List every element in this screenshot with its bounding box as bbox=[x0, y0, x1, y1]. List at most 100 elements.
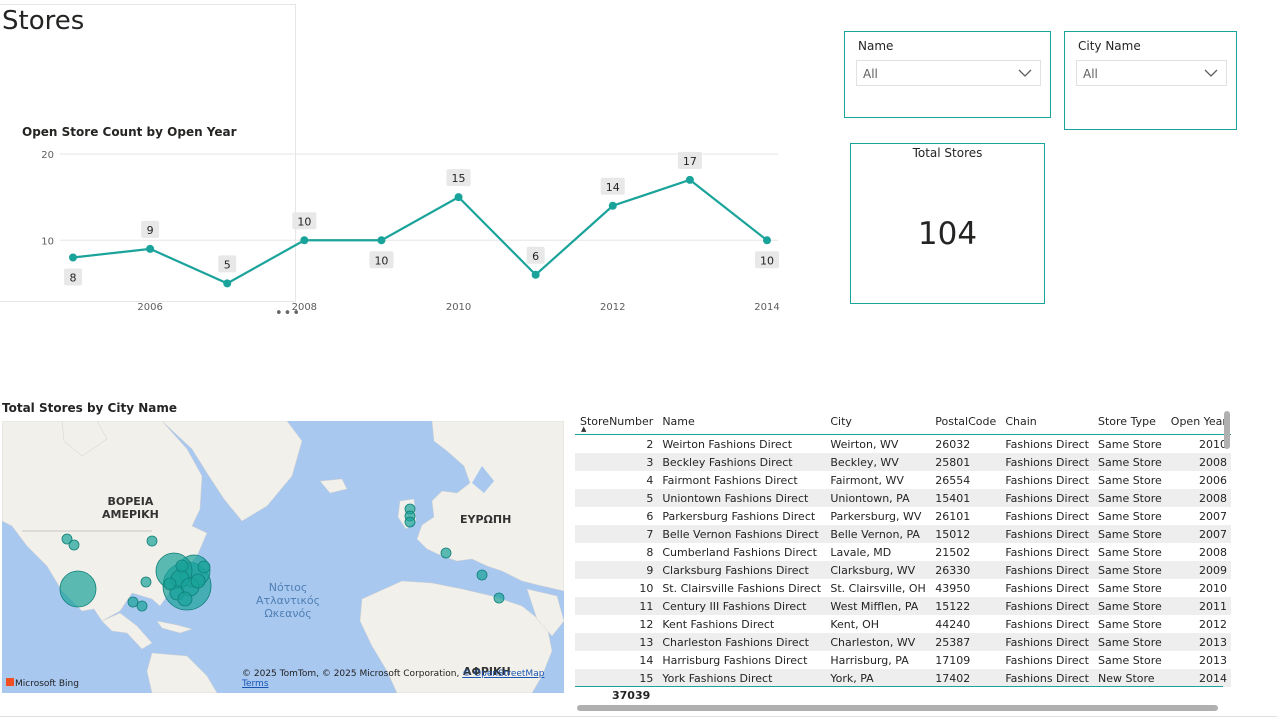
terms-link[interactable]: Terms bbox=[242, 679, 269, 689]
table-row[interactable]: 2 Weirton Fashions Direct Weirton, WV 26032… bbox=[575, 435, 1231, 454]
table-cell: 3 bbox=[575, 453, 658, 471]
more-options-icon[interactable]: ••• bbox=[275, 306, 301, 321]
table-row[interactable]: 13 Charleston Fashions Direct Charleston, … bbox=[575, 633, 1231, 651]
column-header-name[interactable]: Name bbox=[657, 408, 826, 435]
table-cell: 43950 bbox=[935, 581, 971, 595]
map-canvas bbox=[2, 421, 564, 693]
table-row[interactable]: 6 Parkersburg Fashions Direct Parkersburg,… bbox=[575, 507, 1231, 525]
map-bubble[interactable] bbox=[59, 570, 97, 608]
table-cell: Charleston, WV bbox=[825, 633, 931, 651]
chevron-down-icon bbox=[1204, 69, 1218, 77]
y-tick-label: 20 bbox=[41, 150, 54, 161]
table-cell: 7 bbox=[575, 525, 658, 543]
column-header-open-year[interactable]: Open Year bbox=[1165, 408, 1231, 435]
data-point[interactable] bbox=[685, 175, 694, 184]
data-point[interactable] bbox=[300, 236, 309, 245]
table-cell: Same Store bbox=[1098, 545, 1162, 559]
table-row[interactable]: 10 St. Clairsville Fashions Direct St. Cla… bbox=[575, 579, 1231, 597]
table-cell: Fairmont Fashions Direct bbox=[662, 473, 798, 487]
table-cell: Fashions Direct bbox=[1000, 489, 1093, 507]
column-header-city[interactable]: City bbox=[825, 408, 931, 435]
data-point[interactable] bbox=[608, 201, 617, 210]
column-header-storenumber[interactable]: StoreNumber ▲ bbox=[575, 408, 658, 435]
card-value: 104 bbox=[917, 216, 978, 252]
map-bubble[interactable] bbox=[136, 600, 148, 612]
slicer-city-name-dropdown[interactable]: All bbox=[1076, 60, 1227, 86]
line-chart[interactable]: 10202006 2008 2010 2012 20148951010156141710 bbox=[0, 140, 800, 320]
table-cell: 25801 bbox=[930, 453, 1001, 471]
table-cell: 8 bbox=[646, 545, 654, 559]
data-label: 9 bbox=[147, 224, 154, 237]
data-point[interactable] bbox=[69, 253, 77, 262]
data-point[interactable] bbox=[531, 270, 540, 279]
table-cell: Same Store bbox=[1098, 473, 1162, 487]
map-bubble[interactable] bbox=[175, 559, 189, 573]
total-stores-card: Total Stores 104 bbox=[850, 143, 1045, 304]
data-label: 10 bbox=[760, 254, 774, 267]
map-bubble[interactable] bbox=[190, 573, 206, 589]
table-row[interactable]: 8 Cumberland Fashions Direct Lavale, MD 215… bbox=[575, 543, 1231, 561]
data-point[interactable] bbox=[223, 279, 232, 288]
map-bubble[interactable] bbox=[404, 516, 416, 528]
table-cell: Fashions Direct bbox=[1000, 453, 1093, 471]
data-point[interactable] bbox=[146, 244, 155, 253]
table-row[interactable]: 7 Belle Vernon Fashions Direct Belle Verno… bbox=[575, 525, 1231, 543]
data-point[interactable] bbox=[763, 236, 771, 245]
map-bubble[interactable] bbox=[146, 535, 158, 547]
osm-link[interactable]: © OpenStreetMap bbox=[462, 669, 544, 679]
slicer-name: Name All bbox=[844, 31, 1051, 118]
table-cell: Same Store bbox=[1093, 525, 1166, 543]
map-bubble[interactable] bbox=[140, 576, 152, 588]
map-bubble[interactable] bbox=[197, 560, 211, 574]
data-label: 15 bbox=[452, 172, 466, 185]
table-row[interactable]: 5 Uniontown Fashions Direct Uniontown, PA 1… bbox=[575, 489, 1231, 507]
table-cell: Charleston Fashions Direct bbox=[657, 633, 826, 651]
map-bubble[interactable] bbox=[476, 569, 488, 581]
table-horizontal-scrollbar[interactable] bbox=[577, 705, 1218, 711]
table-cell: Harrisburg Fashions Direct bbox=[662, 653, 808, 667]
table-row[interactable]: 15 York Fashions Direct York, PA 17402 Fashi… bbox=[575, 669, 1231, 687]
map-bubble[interactable] bbox=[68, 539, 80, 551]
table-row[interactable]: 11 Century III Fashions Direct West Miffle… bbox=[575, 597, 1231, 615]
x-tick-label: 2014 bbox=[754, 302, 779, 313]
map-bubble[interactable] bbox=[440, 547, 452, 559]
table-vertical-scrollbar[interactable] bbox=[1224, 411, 1230, 449]
table-cell: York Fashions Direct bbox=[657, 669, 826, 687]
slicer-name-dropdown[interactable]: All bbox=[856, 60, 1041, 86]
data-point[interactable] bbox=[377, 236, 386, 245]
table-cell: Same Store bbox=[1093, 561, 1166, 579]
bing-logo: Microsoft Bing bbox=[6, 678, 79, 689]
table-cell: Clarksburg Fashions Direct bbox=[657, 561, 826, 579]
table-cell: 9 bbox=[575, 561, 658, 579]
map-label-europe: ΕΥΡΩΠΗ bbox=[460, 513, 512, 526]
table-row[interactable]: 12 Kent Fashions Direct Kent, OH 44240 Fashi… bbox=[575, 615, 1231, 633]
table-cell: 26554 bbox=[935, 473, 971, 487]
x-tick-label: 2010 bbox=[446, 302, 471, 313]
column-header-chain[interactable]: Chain bbox=[1000, 408, 1093, 435]
map-visual[interactable]: ΒΟΡΕΙΑ ΑΜΕΡΙΚΗ ΕΥΡΩΠΗ ΑΦΡΙΚΗ Νότιος Ατλα… bbox=[2, 421, 564, 693]
column-header-store-type[interactable]: Store Type bbox=[1093, 408, 1166, 435]
table-cell: 10 bbox=[639, 581, 654, 595]
map-bubble[interactable] bbox=[177, 591, 193, 607]
map-bubble[interactable] bbox=[163, 577, 177, 591]
y-tick-label: 10 bbox=[41, 236, 54, 247]
table-cell: 15 bbox=[575, 669, 658, 687]
table-row[interactable]: 9 Clarksburg Fashions Direct Clarksburg, W… bbox=[575, 561, 1231, 579]
column-header-postalcode[interactable]: PostalCode bbox=[930, 408, 1001, 435]
map-label-north-america: ΒΟΡΕΙΑ ΑΜΕΡΙΚΗ bbox=[102, 495, 159, 521]
table-cell: 26330 bbox=[930, 561, 1001, 579]
table-row[interactable]: 3 Beckley Fashions Direct Beckley, WV 25801… bbox=[575, 453, 1231, 471]
table-row[interactable]: 14 Harrisburg Fashions Direct Harrisburg, … bbox=[575, 651, 1231, 669]
table-cell: York, PA bbox=[825, 669, 931, 687]
slicer-city-name-title: City Name bbox=[1078, 39, 1141, 53]
table-cell: 15012 bbox=[930, 525, 1001, 543]
data-point[interactable] bbox=[454, 193, 463, 202]
table-cell: 2007 bbox=[1199, 509, 1227, 523]
table-cell: Beckley Fashions Direct bbox=[657, 453, 826, 471]
table-cell: 2009 bbox=[1165, 561, 1231, 579]
map-bubble[interactable] bbox=[127, 596, 139, 608]
table-row[interactable]: 4 Fairmont Fashions Direct Fairmont, WV 265… bbox=[575, 471, 1231, 489]
map-copyright: © 2025 TomTom, © 2025 Microsoft Corporat… bbox=[242, 669, 460, 679]
map-bubble[interactable] bbox=[493, 592, 505, 604]
table-cell: 2011 bbox=[1165, 597, 1231, 615]
